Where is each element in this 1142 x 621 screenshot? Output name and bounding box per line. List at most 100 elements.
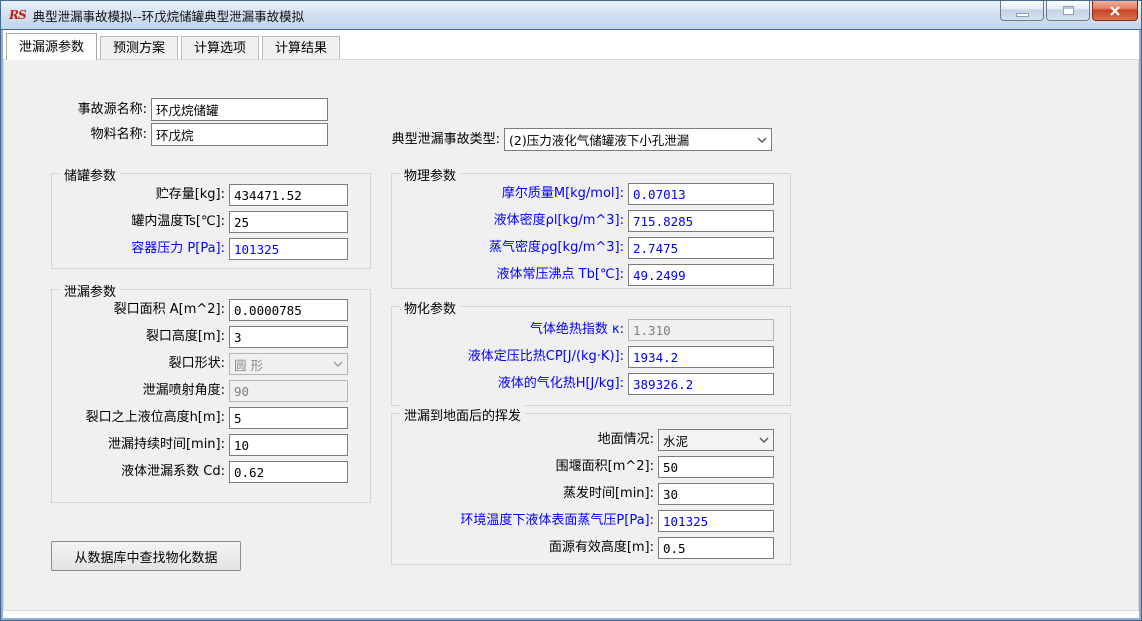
field-row-specific-heat: 液体定压比热CP[J/(kg·K)]: [396, 346, 774, 368]
leak-duration-label: 泄漏持续时间[min]: [107, 437, 225, 452]
evaporation-group-title: 泄漏到地面后的挥发 [400, 405, 526, 424]
accident-type-selected-value: (2)压力液化气储罐液下小孔泄漏 [509, 133, 690, 148]
discharge-coefficient-label: 液体泄漏系数 Cd: [121, 464, 225, 479]
vaporization-heat-input[interactable] [628, 373, 774, 395]
vessel-pressure-label: 容器压力 P[Pa]: [131, 241, 225, 256]
source-effective-height-label: 面源有效高度[m]: [548, 540, 654, 555]
chevron-down-icon [757, 136, 767, 143]
discharge-coefficient-input[interactable] [229, 461, 348, 483]
accident-type-label: 典型泄漏事故类型: [391, 131, 500, 147]
molar-mass-input[interactable] [628, 183, 774, 205]
crack-area-input[interactable] [229, 299, 348, 321]
dike-area-label: 围堰面积[m^2]: [555, 459, 654, 474]
ground-condition-select[interactable]: 水泥 [658, 429, 774, 451]
title-bar: RS 典型泄漏事故模拟--环戊烷储罐典型泄漏事故模拟 [0, 0, 1142, 30]
vapor-density-input[interactable] [628, 237, 774, 259]
source-effective-height-input[interactable] [658, 537, 774, 559]
field-row-ground-condition: 地面情况: 水泥 [396, 429, 774, 451]
accident-type-select[interactable]: (2)压力液化气储罐液下小孔泄漏 [504, 128, 772, 151]
molar-mass-label: 摩尔质量M[kg/mol]: [501, 186, 624, 201]
field-row-evaporation-time: 蒸发时间[min]: [396, 483, 774, 505]
field-row-source-name: 事故源名称: [37, 98, 328, 121]
caption-buttons [1000, 1, 1138, 21]
evaporation-time-input[interactable] [658, 483, 774, 505]
crack-shape-label: 裂口形状: [168, 356, 225, 371]
surface-vapor-pressure-input[interactable] [658, 510, 774, 532]
adiabatic-index-input [628, 319, 774, 341]
liquid-level-above-crack-input[interactable] [229, 407, 348, 429]
tab-calculation-options[interactable]: 计算选项 [181, 36, 260, 59]
boiling-point-label: 液体常压沸点 Tb[℃]: [496, 267, 624, 282]
jet-angle-input [229, 380, 348, 402]
crack-height-label: 裂口高度[m]: [145, 329, 225, 344]
leak-params-group-title: 泄漏参数 [60, 281, 121, 300]
tank-temperature-input[interactable] [229, 211, 348, 233]
liquid-density-label: 液体密度ρl[kg/m^3]: [493, 213, 624, 228]
close-button[interactable] [1092, 1, 1138, 21]
field-row-vapor-density: 蒸气密度ρg[kg/m^3]: [396, 237, 774, 259]
chevron-down-icon [759, 437, 769, 443]
vessel-pressure-input[interactable] [229, 238, 348, 260]
field-row-boiling-point: 液体常压沸点 Tb[℃]: [396, 264, 774, 286]
storage-amount-label: 贮存量[kg]: [155, 187, 225, 202]
field-row-source-effective-height: 面源有效高度[m]: [396, 537, 774, 559]
liquid-level-above-crack-label: 裂口之上液位高度h[m]: [85, 410, 225, 425]
crack-shape-selected-value: 圆 形 [234, 357, 263, 373]
minimize-button[interactable] [1000, 1, 1044, 21]
field-row-molar-mass: 摩尔质量M[kg/mol]: [396, 183, 774, 205]
app-window: RS 典型泄漏事故模拟--环戊烷储罐典型泄漏事故模拟 泄漏源参数 预测方案 计算… [0, 0, 1142, 621]
field-row-accident-type: 典型泄漏事故类型: (2)压力液化气储罐液下小孔泄漏 [361, 128, 772, 151]
field-row-adiabatic-index: 气体绝热指数 κ: [396, 319, 774, 341]
tab-strip: 泄漏源参数 预测方案 计算选项 计算结果 [6, 33, 343, 60]
field-row-vaporization-heat: 液体的气化热H[J/kg]: [396, 373, 774, 395]
storage-amount-input[interactable] [229, 184, 348, 206]
chevron-down-icon [333, 361, 343, 367]
vaporization-heat-label: 液体的气化热H[J/kg]: [497, 376, 624, 391]
source-name-input[interactable] [151, 98, 328, 121]
physical-params-group-title: 物理参数 [400, 165, 461, 184]
specific-heat-label: 液体定压比热CP[J/(kg·K)]: [467, 349, 624, 364]
surface-vapor-pressure-label: 环境温度下液体表面蒸气压P[Pa]: [460, 513, 654, 528]
field-row-tank-temperature: 罐内温度Ts[℃]: [56, 211, 348, 233]
app-logo-icon: RS [9, 8, 27, 22]
tab-leak-source-params[interactable]: 泄漏源参数 [6, 33, 98, 60]
maximize-icon [1062, 6, 1074, 15]
crack-area-label: 裂口面积 A[m^2]: [113, 302, 225, 317]
field-row-crack-height: 裂口高度[m]: [56, 326, 348, 348]
field-row-crack-shape: 裂口形状: 圆 形 [56, 353, 348, 375]
field-row-jet-angle: 泄漏喷射角度: [56, 380, 348, 402]
maximize-button[interactable] [1046, 1, 1090, 21]
minimize-icon [1015, 12, 1029, 17]
close-icon [1110, 5, 1120, 16]
field-row-surface-vapor-pressure: 环境温度下液体表面蒸气压P[Pa]: [396, 510, 774, 532]
vapor-density-label: 蒸气密度ρg[kg/m^3]: [488, 240, 624, 255]
dike-area-input[interactable] [658, 456, 774, 478]
material-name-label: 物料名称: [90, 126, 147, 142]
ground-condition-selected-value: 水泥 [663, 433, 689, 449]
leak-duration-input[interactable] [229, 434, 348, 456]
tab-page-leak-source: 事故源名称: 物料名称: 典型泄漏事故类型: (2)压力液化气储罐液下小孔泄漏 … [3, 59, 1139, 611]
field-row-material-name: 物料名称: [37, 123, 328, 146]
field-row-liquid-density: 液体密度ρl[kg/m^3]: [396, 210, 774, 232]
physchem-params-group-title: 物化参数 [400, 298, 461, 317]
liquid-density-input[interactable] [628, 210, 774, 232]
field-row-vessel-pressure: 容器压力 P[Pa]: [56, 238, 348, 260]
tab-calculation-results[interactable]: 计算结果 [262, 36, 341, 59]
window-title: 典型泄漏事故模拟--环戊烷储罐典型泄漏事故模拟 [32, 8, 305, 24]
field-row-dike-area: 围堰面积[m^2]: [396, 456, 774, 478]
crack-height-input[interactable] [229, 326, 348, 348]
field-row-storage-amount: 贮存量[kg]: [56, 184, 348, 206]
ground-condition-label: 地面情况: [597, 432, 654, 447]
adiabatic-index-label: 气体绝热指数 κ: [529, 322, 624, 337]
tab-prediction-scheme[interactable]: 预测方案 [100, 36, 179, 59]
specific-heat-input[interactable] [628, 346, 774, 368]
db-lookup-button[interactable]: 从数据库中查找物化数据 [51, 541, 241, 571]
material-name-input[interactable] [151, 123, 328, 146]
tank-temperature-label: 罐内温度Ts[℃]: [131, 214, 225, 229]
field-row-crack-area: 裂口面积 A[m^2]: [56, 299, 348, 321]
boiling-point-input[interactable] [628, 264, 774, 286]
field-row-leak-duration: 泄漏持续时间[min]: [56, 434, 348, 456]
crack-shape-select: 圆 形 [229, 353, 348, 375]
field-row-discharge-coefficient: 液体泄漏系数 Cd: [56, 461, 348, 483]
field-row-liquid-level-above-crack: 裂口之上液位高度h[m]: [56, 407, 348, 429]
